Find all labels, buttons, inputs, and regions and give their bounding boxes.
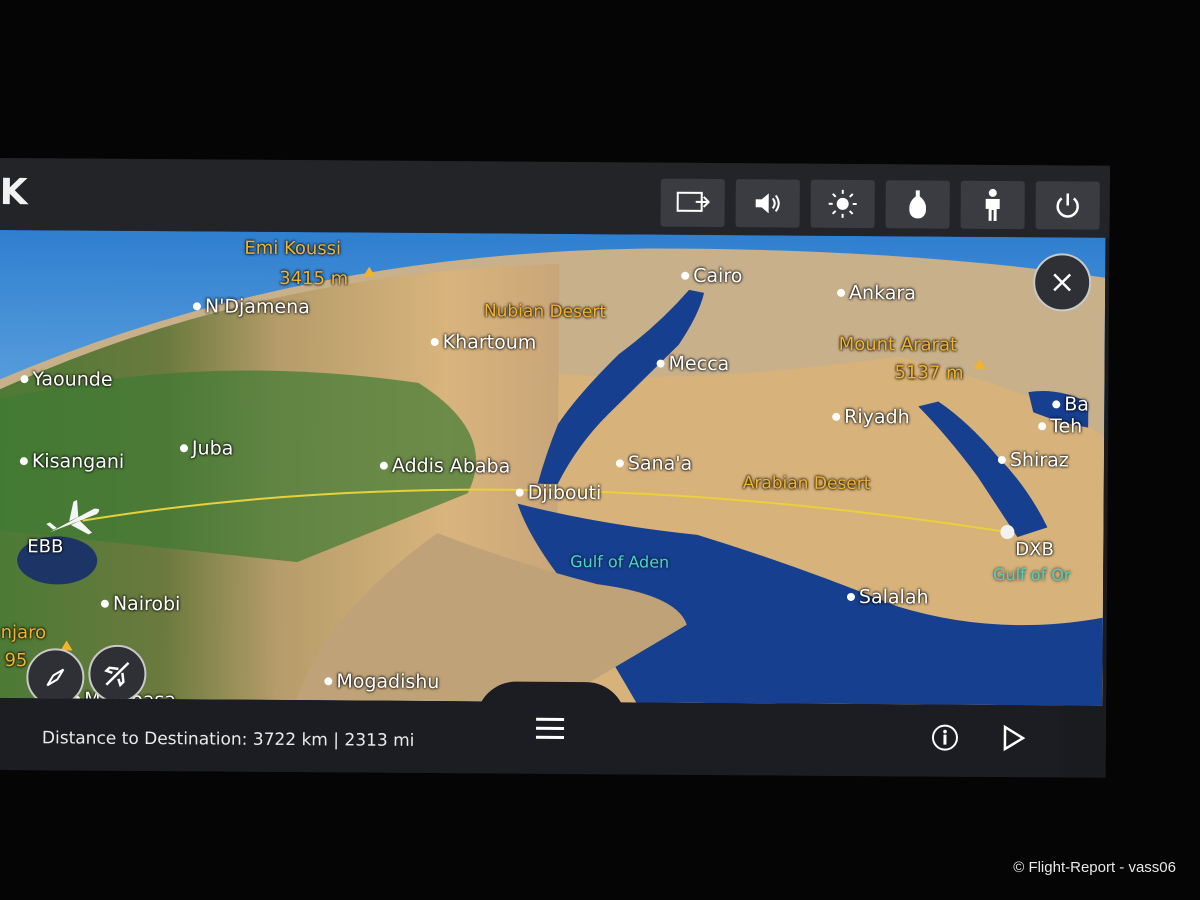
city-shiraz: Shiraz [998, 449, 1069, 471]
close-icon [1053, 273, 1072, 292]
city-ndjamena: N'Djamena [193, 295, 310, 318]
poi-kilimanjaro: njaro [0, 622, 47, 644]
poi-arabian-desert: Arabian Desert [742, 473, 871, 495]
page-title-fragment: K [0, 171, 28, 214]
origin-airport: EBB [27, 536, 64, 558]
screen-transfer-button[interactable] [660, 178, 725, 228]
info-button[interactable] [930, 723, 960, 757]
call-attendant-icon [985, 188, 1000, 221]
screen-transfer-icon [676, 191, 710, 212]
poi-emi-koussi: Emi Koussi [244, 237, 342, 260]
destination-marker [1000, 525, 1015, 540]
poi-mount-ararat: Mount Ararat [838, 333, 958, 356]
city-salalah: Salalah [847, 586, 929, 608]
poi-mount-ararat-elevation: 5137 m [894, 362, 964, 384]
city-juba: Juba [180, 437, 234, 459]
close-map-button[interactable] [1032, 253, 1092, 312]
destination-airport: DXB [1015, 539, 1054, 561]
volume-icon [755, 193, 780, 214]
city-djibouti: Djibouti [516, 482, 602, 505]
poi-emi-koussi-elevation: 3415 m [279, 267, 349, 290]
plane-icon [104, 662, 130, 688]
copyright-watermark: © Flight-Report - vass06 [1013, 859, 1176, 876]
flight-map[interactable]: Emi Koussi 3415 m Nubian Desert Mount Ar… [0, 229, 1106, 706]
city-cairo: Cairo [681, 265, 742, 287]
reading-light-button[interactable] [885, 180, 950, 229]
distance-to-destination: Distance to Destination: 3722 km | 2313 … [41, 728, 415, 751]
label-gulf-of-oman: Gulf of Or [993, 564, 1071, 585]
play-icon [1003, 724, 1026, 752]
top-toolbar: K [0, 158, 1110, 238]
power-button[interactable] [1035, 181, 1100, 230]
bottom-bar: Distance to Destination: 3722 km | 2313 … [0, 681, 1061, 778]
seatback-screen: K Emi Koussi 3415 m Nubian Desert Mount … [0, 158, 1110, 778]
city-addis-ababa: Addis Ababa [380, 455, 511, 478]
call-attendant-button[interactable] [960, 180, 1025, 230]
menu-button[interactable] [534, 714, 566, 748]
city-khartoum: Khartoum [431, 331, 537, 354]
reading-light-icon [909, 190, 927, 219]
brightness-icon [828, 189, 857, 218]
city-nairobi: Nairobi [101, 593, 181, 615]
city-mogadishu: Mogadishu [324, 670, 439, 693]
menu-icon [535, 717, 565, 739]
info-icon [931, 724, 958, 751]
label-gulf-of-aden: Gulf of Aden [570, 551, 670, 572]
city-yaounde: Yaounde [20, 368, 112, 391]
follow-plane-button[interactable] [88, 644, 147, 704]
poi-kilimanjaro-elevation: 95 [4, 650, 28, 672]
brightness-button[interactable] [810, 179, 875, 229]
city-teh: Teh [1038, 415, 1082, 437]
city-mecca: Mecca [657, 353, 730, 375]
compass-button[interactable] [26, 648, 85, 706]
power-icon [1056, 193, 1079, 218]
city-ankara: Ankara [837, 282, 916, 304]
city-sanaa: Sana'a [616, 452, 692, 474]
city-kisangani: Kisangani [20, 450, 125, 473]
city-riyadh: Riyadh [832, 406, 910, 428]
play-button[interactable] [1000, 723, 1028, 757]
poi-nubian-desert: Nubian Desert [483, 301, 607, 323]
compass-icon [46, 668, 65, 687]
city-ba: Ba [1052, 393, 1089, 415]
volume-button[interactable] [735, 179, 800, 228]
